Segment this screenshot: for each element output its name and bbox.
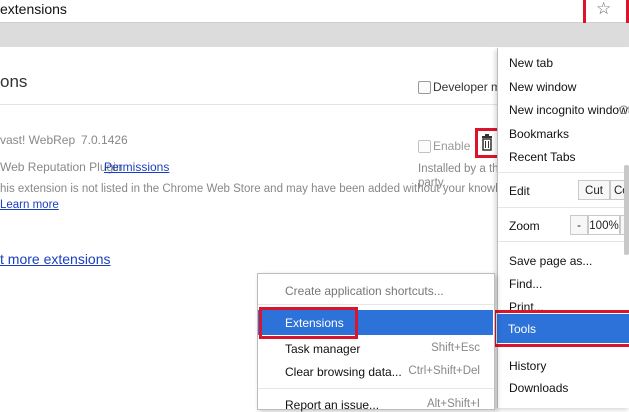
learn-more-link[interactable]: Learn more [0, 199, 59, 211]
menu-separator [498, 241, 629, 242]
zoom-level: 100% [588, 215, 620, 235]
toolbar-strip [0, 23, 629, 47]
menu-scrollbar[interactable] [624, 165, 629, 255]
menu-item-new-incognito[interactable]: New incognito window [509, 103, 628, 117]
menu-item-recent-tabs[interactable]: Recent Tabs [509, 150, 576, 164]
menu-item-downloads[interactable]: Downloads [509, 381, 568, 395]
submenu-item-clear-browsing[interactable]: Clear browsing data... [285, 365, 402, 379]
report-issue-shortcut: Alt+Shift+I [426, 398, 480, 410]
cut-button[interactable]: Cut [578, 180, 610, 200]
permissions-link[interactable]: Permissions [104, 160, 169, 174]
menu-item-edit: Edit [509, 184, 530, 198]
divider [0, 104, 500, 105]
tools-submenu: Create application shortcuts... Task man… [257, 273, 495, 412]
annotation-box-extensions [259, 307, 358, 339]
menu-item-find[interactable]: Find... [509, 277, 542, 291]
submenu-item-create-shortcuts[interactable]: Create application shortcuts... [285, 284, 444, 298]
get-more-extensions-link[interactable]: t more extensions [0, 251, 111, 267]
menu-separator [258, 388, 494, 389]
zoom-out-button[interactable]: - [570, 215, 588, 235]
submenu-item-task-manager[interactable]: Task manager [285, 342, 360, 356]
menu-item-save-page[interactable]: Save page as... [509, 254, 592, 268]
address-text[interactable]: extensions [0, 1, 67, 17]
menu-item-bookmarks[interactable]: Bookmarks [509, 127, 569, 141]
annotation-box-tools [493, 310, 629, 347]
installed-by-text-2: party. [418, 177, 446, 189]
page-title: ons [0, 72, 28, 91]
extension-warning: his extension is not listed in the Chrom… [0, 183, 527, 195]
new-incognito-shortcut: Ctr [619, 103, 629, 117]
chrome-menu: New tab New window New incognito window … [497, 48, 629, 408]
menu-item-new-tab[interactable]: New tab [509, 56, 553, 70]
address-bar[interactable] [0, 0, 629, 23]
clear-browsing-shortcut: Ctrl+Shift+Del [408, 365, 480, 377]
menu-item-new-window[interactable]: New window [509, 80, 576, 94]
menu-item-zoom: Zoom [509, 219, 540, 233]
submenu-item-report-issue[interactable]: Report an issue... [285, 398, 379, 412]
menu-separator [498, 172, 629, 173]
enable-label: Enable [433, 139, 471, 153]
menu-separator [258, 304, 494, 305]
developer-mode-checkbox[interactable] [418, 81, 431, 94]
extension-name: vast! WebRep [0, 133, 76, 147]
extension-version: 7.0.1426 [81, 133, 128, 147]
menu-item-history[interactable]: History [509, 359, 546, 373]
menu-separator [498, 207, 629, 208]
enable-checkbox[interactable] [418, 140, 431, 153]
task-manager-shortcut: Shift+Esc [431, 342, 480, 354]
